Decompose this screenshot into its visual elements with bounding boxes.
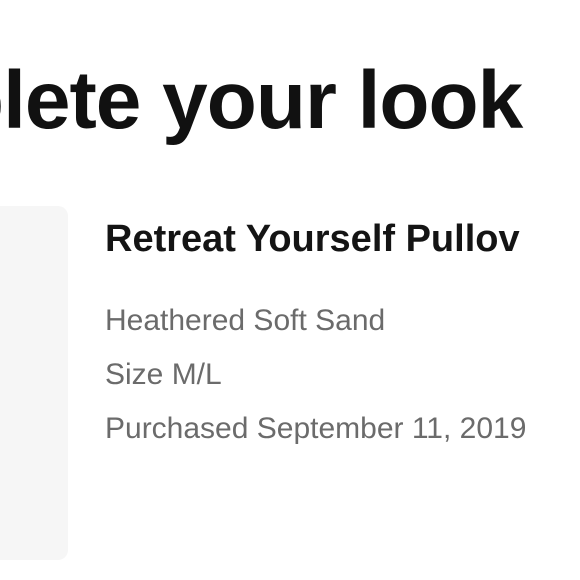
purchase-date: Purchased September 11, 2019	[105, 412, 527, 445]
section-heading: plete your look	[0, 55, 523, 146]
product-info[interactable]: Retreat Yourself Pullov Heathered Soft S…	[105, 220, 526, 468]
product-color: Heathered Soft Sand	[105, 304, 386, 337]
product-size: Size M/L	[105, 358, 222, 391]
complete-your-look-screen: plete your look Retreat Yourself Pullov …	[0, 0, 580, 580]
product-thumbnail[interactable]	[0, 206, 68, 560]
product-title[interactable]: Retreat Yourself Pullov	[105, 220, 526, 258]
